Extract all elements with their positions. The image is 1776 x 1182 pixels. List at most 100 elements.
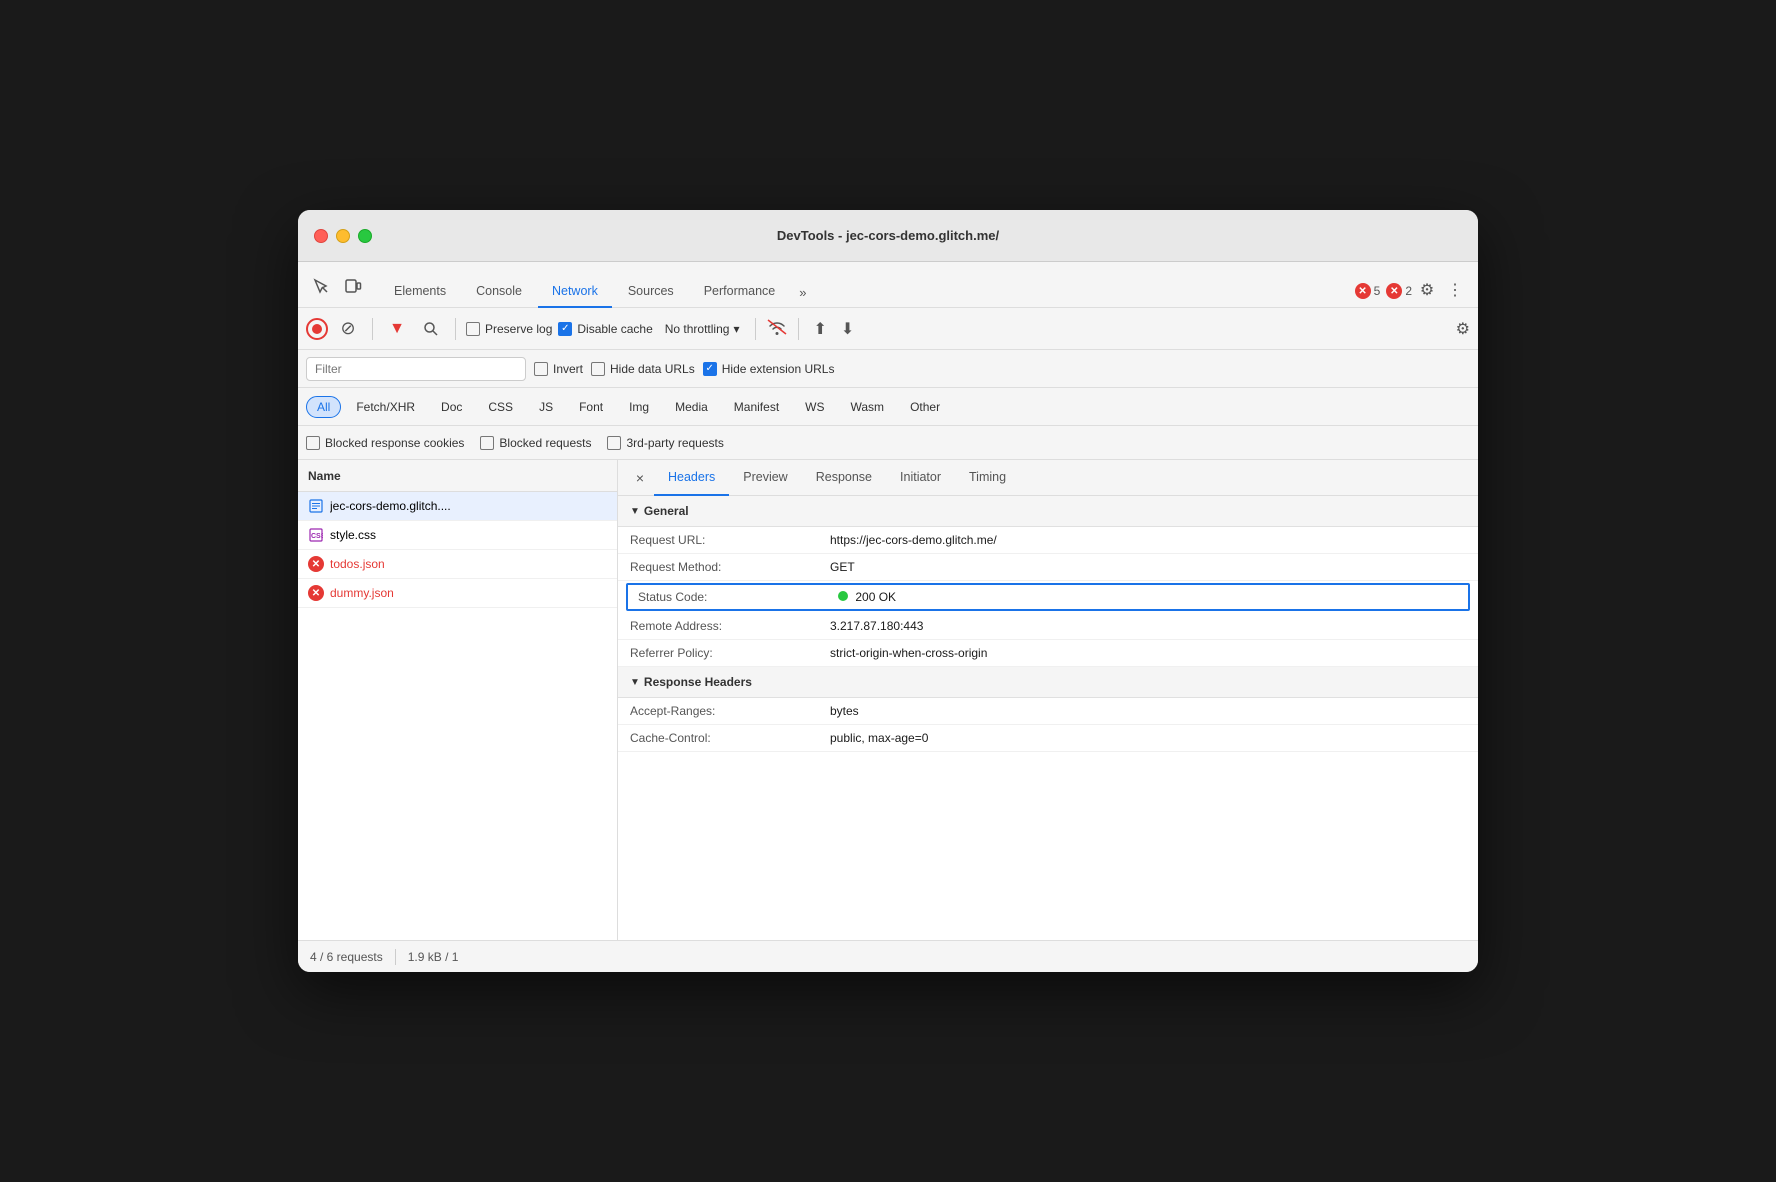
general-section-header[interactable]: ▼ General: [618, 496, 1478, 527]
download-icon[interactable]: ⬇: [837, 315, 858, 343]
request-name-3: todos.json: [330, 557, 607, 571]
tab-response[interactable]: Response: [802, 460, 886, 496]
accept-ranges-value: bytes: [830, 704, 1466, 718]
requests-header: Name: [298, 460, 617, 492]
record-inner: [312, 324, 322, 334]
preserve-log-checkbox[interactable]: Preserve log: [466, 322, 552, 336]
filter-input[interactable]: [306, 357, 526, 381]
response-headers-arrow: ▼: [630, 677, 640, 688]
request-list: jec-cors-demo.glitch.... CSS style.css ✕: [298, 492, 617, 940]
error-badge-1[interactable]: ✕ 5: [1355, 283, 1381, 299]
settings-icon[interactable]: ⚙: [1414, 281, 1440, 307]
type-btn-css[interactable]: CSS: [477, 396, 524, 418]
tab-console[interactable]: Console: [462, 276, 536, 308]
search-button[interactable]: [417, 315, 445, 343]
type-btn-doc[interactable]: Doc: [430, 396, 473, 418]
status-code-row: Status Code: 200 OK: [626, 583, 1470, 611]
type-btn-font[interactable]: Font: [568, 396, 614, 418]
devtools-window: DevTools - jec-cors-demo.glitch.me/ Elem…: [298, 210, 1478, 972]
toolbar-divider-1: [372, 318, 373, 340]
referrer-policy-key: Referrer Policy:: [630, 646, 830, 660]
type-btn-wasm[interactable]: Wasm: [840, 396, 896, 418]
third-party-checkbox[interactable]: 3rd-party requests: [607, 436, 723, 450]
request-item-2[interactable]: CSS style.css: [298, 521, 617, 550]
status-dot: [838, 591, 848, 601]
disable-cache-checkbox[interactable]: Disable cache: [558, 322, 652, 336]
status-code-text: 200 OK: [855, 590, 896, 604]
tab-more-button[interactable]: »: [791, 277, 814, 308]
type-btn-img[interactable]: Img: [618, 396, 660, 418]
invert-checkbox[interactable]: Invert: [534, 362, 583, 376]
request-method-value: GET: [830, 560, 1466, 574]
filter-icon[interactable]: ▼: [383, 315, 411, 343]
hide-data-checkbox-box: [591, 362, 605, 376]
type-btn-other[interactable]: Other: [899, 396, 951, 418]
minimize-button[interactable]: [336, 229, 350, 243]
tab-preview[interactable]: Preview: [729, 460, 801, 496]
network-settings-icon[interactable]: ⚙: [1456, 319, 1470, 339]
close-panel-button[interactable]: ×: [626, 464, 654, 492]
tab-bar: Elements Console Network Sources Perform…: [298, 262, 1478, 308]
hide-data-checkbox[interactable]: Hide data URLs: [591, 362, 695, 376]
accept-ranges-row: Accept-Ranges: bytes: [618, 698, 1478, 725]
devtools-icons: [308, 273, 366, 307]
upload-icon[interactable]: ⬆: [809, 315, 830, 343]
throttle-label: No throttling: [665, 322, 730, 336]
tab-elements[interactable]: Elements: [380, 276, 460, 308]
toolbar-divider-4: [798, 318, 799, 340]
tab-network[interactable]: Network: [538, 276, 612, 308]
offline-icon[interactable]: [766, 318, 788, 339]
tab-initiator[interactable]: Initiator: [886, 460, 955, 496]
accept-ranges-key: Accept-Ranges:: [630, 704, 830, 718]
toolbar-divider-2: [455, 318, 456, 340]
request-item-1[interactable]: jec-cors-demo.glitch....: [298, 492, 617, 521]
tab-sources[interactable]: Sources: [614, 276, 688, 308]
invert-checkbox-box: [534, 362, 548, 376]
error-badge-2[interactable]: ✕ 2: [1386, 283, 1412, 299]
more-icon[interactable]: ⋮: [1442, 281, 1468, 307]
invert-label-text: Invert: [553, 362, 583, 376]
status-bar: 4 / 6 requests 1.9 kB / 1: [298, 940, 1478, 972]
titlebar: DevTools - jec-cors-demo.glitch.me/: [298, 210, 1478, 262]
hide-data-label-text: Hide data URLs: [610, 362, 695, 376]
type-btn-js[interactable]: JS: [528, 396, 564, 418]
blocked-bar: Blocked response cookies Blocked request…: [298, 426, 1478, 460]
cache-control-key: Cache-Control:: [630, 731, 830, 745]
blocked-requests-checkbox[interactable]: Blocked requests: [480, 436, 591, 450]
headers-content: ▼ General Request URL: https://jec-cors-…: [618, 496, 1478, 940]
tab-headers[interactable]: Headers: [654, 460, 729, 496]
maximize-button[interactable]: [358, 229, 372, 243]
response-headers-title: Response Headers: [644, 675, 752, 689]
hide-ext-checkbox[interactable]: Hide extension URLs: [703, 362, 835, 376]
error-icon-3: ✕: [308, 556, 324, 572]
cursor-icon[interactable]: [308, 273, 334, 299]
tab-timing[interactable]: Timing: [955, 460, 1020, 496]
type-btn-all[interactable]: All: [306, 396, 341, 418]
throttle-select[interactable]: No throttling ▾: [659, 319, 746, 339]
blocked-cookies-checkbox[interactable]: Blocked response cookies: [306, 436, 464, 450]
error-icon-4: ✕: [308, 585, 324, 601]
type-btn-ws[interactable]: WS: [794, 396, 835, 418]
request-url-value[interactable]: https://jec-cors-demo.glitch.me/: [830, 533, 1466, 547]
error-count-2: 2: [1405, 284, 1412, 298]
record-button[interactable]: [306, 318, 328, 340]
remote-address-row: Remote Address: 3.217.87.180:443: [618, 613, 1478, 640]
name-column-header: Name: [308, 469, 341, 483]
css-icon: CSS: [308, 527, 324, 543]
error-icon-1: ✕: [1355, 283, 1371, 299]
request-item-3[interactable]: ✕ todos.json: [298, 550, 617, 579]
type-btn-manifest[interactable]: Manifest: [723, 396, 790, 418]
disable-cache-label: Disable cache: [577, 322, 652, 336]
cache-control-row: Cache-Control: public, max-age=0: [618, 725, 1478, 752]
type-btn-media[interactable]: Media: [664, 396, 719, 418]
request-item-4[interactable]: ✕ dummy.json: [298, 579, 617, 608]
type-btn-fetch[interactable]: Fetch/XHR: [345, 396, 426, 418]
remote-address-value: 3.217.87.180:443: [830, 619, 1466, 633]
status-code-value: 200 OK: [838, 590, 1458, 604]
clear-button[interactable]: ⊘: [334, 315, 362, 343]
close-button[interactable]: [314, 229, 328, 243]
device-icon[interactable]: [340, 273, 366, 299]
response-headers-section-header[interactable]: ▼ Response Headers: [618, 667, 1478, 698]
tab-performance[interactable]: Performance: [690, 276, 790, 308]
error-icon-2: ✕: [1386, 283, 1402, 299]
